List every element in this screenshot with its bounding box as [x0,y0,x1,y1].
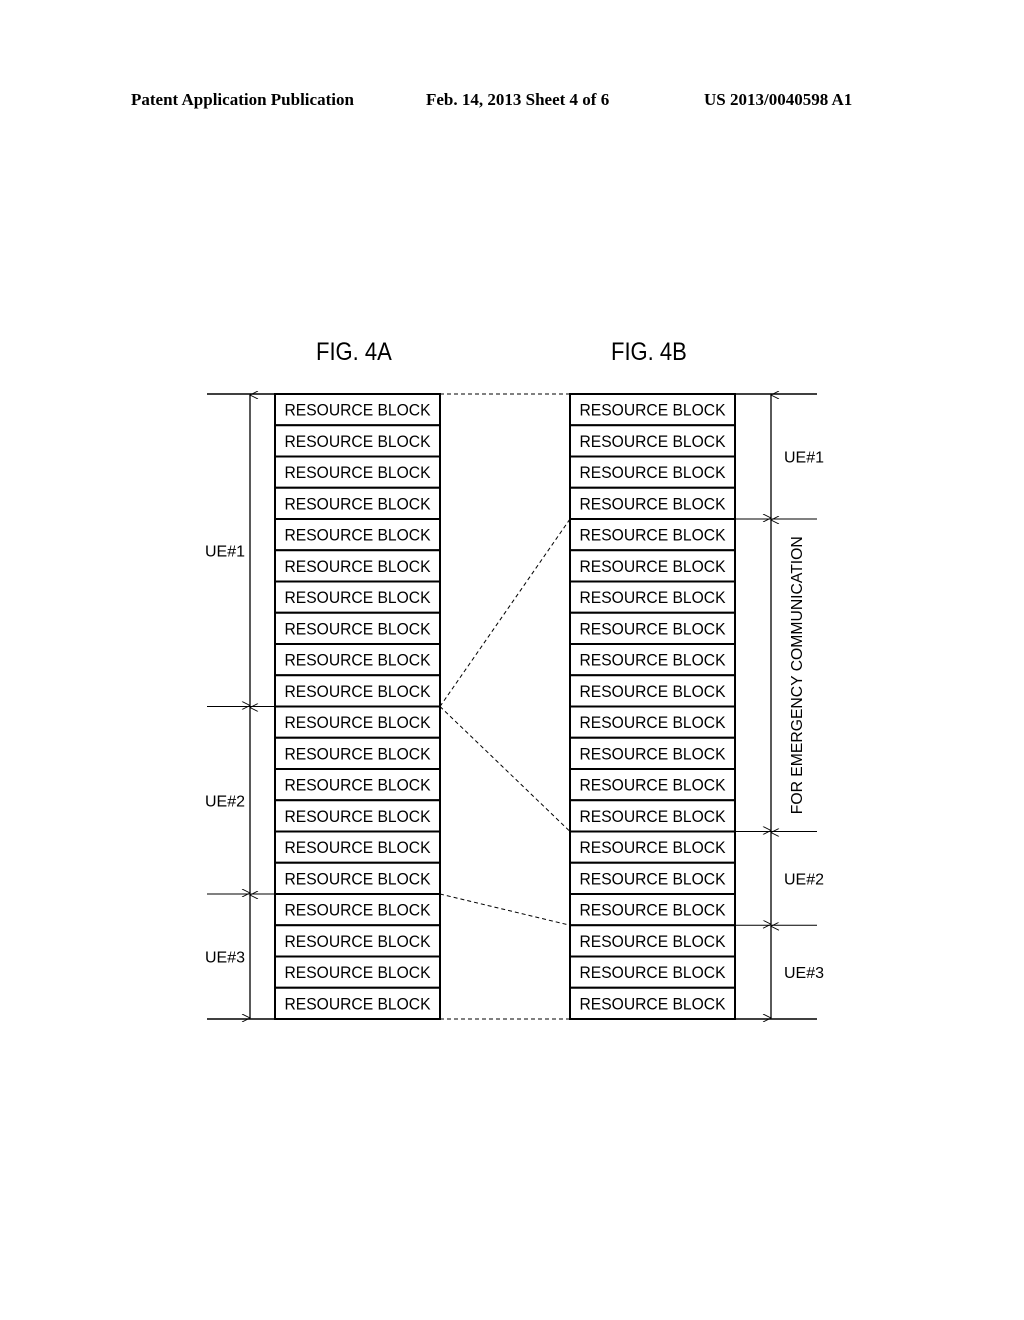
resource-block-label: RESOURCE BLOCK [285,994,432,1013]
resource-block: RESOURCE BLOCK [274,611,441,645]
resource-block: RESOURCE BLOCK [274,924,441,958]
resource-block-label: RESOURCE BLOCK [285,838,432,857]
resource-block-label: RESOURCE BLOCK [580,901,727,920]
resource-block-label: RESOURCE BLOCK [580,932,727,951]
resource-block-label: RESOURCE BLOCK [285,932,432,951]
resource-block-label: RESOURCE BLOCK [285,588,432,607]
resource-block-label: RESOURCE BLOCK [285,963,432,982]
group-label: UE#2 [205,793,245,810]
resource-block: RESOURCE BLOCK [274,986,441,1020]
resource-block-label: RESOURCE BLOCK [285,901,432,920]
resource-block-label: RESOURCE BLOCK [285,526,432,545]
group-label: UE#3 [784,965,824,982]
group-span-ue-2: UE#2 [771,833,824,925]
resource-block-label: RESOURCE BLOCK [285,807,432,826]
resource-block: RESOURCE BLOCK [569,830,736,864]
resource-block-diagram: RESOURCE BLOCK RESOURCE BLOCK RESOURCE BLO… [205,0,824,1320]
resource-block-label: RESOURCE BLOCK [580,869,727,888]
mapping-line [439,706,571,832]
resource-block-label: RESOURCE BLOCK [285,682,432,701]
resource-block-label: RESOURCE BLOCK [285,713,432,732]
resource-block: RESOURCE BLOCK [274,705,441,739]
resource-block-label: RESOURCE BLOCK [580,557,727,576]
resource-block-label: RESOURCE BLOCK [580,432,727,451]
group-span-ue-1: UE#1 [771,395,824,518]
resource-block: RESOURCE BLOCK [569,736,736,770]
resource-block: RESOURCE BLOCK [274,736,441,770]
resource-block-label: RESOURCE BLOCK [580,713,727,732]
resource-block: RESOURCE BLOCK [274,955,441,989]
resource-block-label: RESOURCE BLOCK [580,619,727,638]
resource-block: RESOURCE BLOCK [274,393,441,427]
resource-block-label: RESOURCE BLOCK [285,869,432,888]
resource-block-label: RESOURCE BLOCK [580,994,727,1013]
group-span-for-emergency-communication: FOR EMERGENCY COMMUNICATION [771,520,806,831]
group-label: UE#1 [205,543,245,560]
resource-block: RESOURCE BLOCK [569,986,736,1020]
resource-block: RESOURCE BLOCK [569,861,736,895]
group-span-ue-3: UE#3 [771,926,824,1018]
resource-block: RESOURCE BLOCK [274,674,441,708]
resource-block: RESOURCE BLOCK [569,674,736,708]
resource-block: RESOURCE BLOCK [274,580,441,614]
resource-block: RESOURCE BLOCK [569,768,736,802]
resource-block: RESOURCE BLOCK [274,861,441,895]
group-span-ue-1: UE#1 [205,395,250,706]
resource-block: RESOURCE BLOCK [569,799,736,833]
resource-block: RESOURCE BLOCK [274,768,441,802]
resource-block: RESOURCE BLOCK [274,424,441,458]
resource-block-label: RESOURCE BLOCK [285,463,432,482]
resource-block-label: RESOURCE BLOCK [580,744,727,763]
mapping-line [439,518,571,707]
group-label: UE#3 [205,950,245,967]
resource-block: RESOURCE BLOCK [569,611,736,645]
resource-block: RESOURCE BLOCK [569,580,736,614]
group-label-vertical: FOR EMERGENCY COMMUNICATION [789,536,806,814]
resource-block-label: RESOURCE BLOCK [580,463,727,482]
resource-block: RESOURCE BLOCK [569,924,736,958]
resource-block: RESOURCE BLOCK [569,643,736,677]
resource-block-label: RESOURCE BLOCK [285,744,432,763]
resource-block-label: RESOURCE BLOCK [580,838,727,857]
resource-block: RESOURCE BLOCK [569,893,736,927]
resource-block: RESOURCE BLOCK [274,549,441,583]
resource-block: RESOURCE BLOCK [274,830,441,864]
group-label: UE#1 [784,450,824,467]
resource-block-label: RESOURCE BLOCK [285,651,432,670]
resource-block: RESOURCE BLOCK [569,455,736,489]
resource-block: RESOURCE BLOCK [569,393,736,427]
resource-block: RESOURCE BLOCK [274,455,441,489]
resource-block: RESOURCE BLOCK [274,799,441,833]
group-span-ue-2: UE#2 [205,708,250,894]
resource-block-label: RESOURCE BLOCK [285,776,432,795]
resource-block-label: RESOURCE BLOCK [580,776,727,795]
resource-block-label: RESOURCE BLOCK [580,526,727,545]
resource-block: RESOURCE BLOCK [274,893,441,927]
resource-block: RESOURCE BLOCK [569,486,736,520]
resource-block-label: RESOURCE BLOCK [285,557,432,576]
resource-block-label: RESOURCE BLOCK [285,619,432,638]
group-span-ue-3: UE#3 [205,895,250,1018]
group-label: UE#2 [784,871,824,888]
resource-block-label: RESOURCE BLOCK [580,682,727,701]
resource-block-label: RESOURCE BLOCK [580,588,727,607]
resource-block: RESOURCE BLOCK [569,549,736,583]
mapping-line [439,893,571,926]
resource-block: RESOURCE BLOCK [569,705,736,739]
resource-block: RESOURCE BLOCK [569,955,736,989]
resource-block: RESOURCE BLOCK [274,486,441,520]
resource-block: RESOURCE BLOCK [274,643,441,677]
resource-block-label: RESOURCE BLOCK [285,432,432,451]
resource-block: RESOURCE BLOCK [274,518,441,552]
resource-block: RESOURCE BLOCK [569,424,736,458]
resource-block-label: RESOURCE BLOCK [580,807,727,826]
resource-block-label: RESOURCE BLOCK [285,401,432,420]
resource-block-label: RESOURCE BLOCK [580,651,727,670]
resource-block: RESOURCE BLOCK [569,518,736,552]
resource-block-label: RESOURCE BLOCK [580,401,727,420]
resource-block-label: RESOURCE BLOCK [285,494,432,513]
resource-block-label: RESOURCE BLOCK [580,963,727,982]
resource-block-label: RESOURCE BLOCK [580,494,727,513]
